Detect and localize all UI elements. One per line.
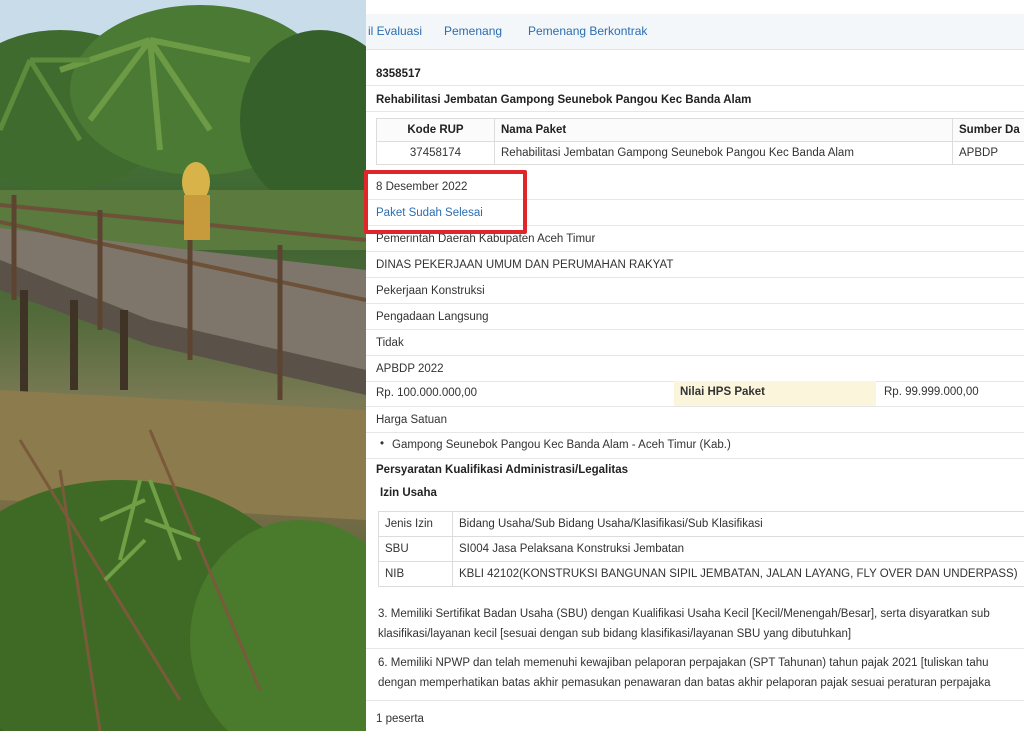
- izin-detail-cell: KBLI 42102(KONSTRUKSI BANGUNAN SIPIL JEM…: [452, 561, 1024, 587]
- izin-usaha-row: Izin Usaha: [366, 483, 1024, 505]
- bullet-icon: •: [380, 438, 385, 450]
- package-name: Rehabilitasi Jembatan Gampong Seunebok P…: [376, 94, 752, 106]
- pagu-value: Rp. 100.000.000,00: [376, 387, 478, 399]
- package-code: 8358517: [376, 68, 421, 80]
- izin-type-cell: NIB: [378, 561, 453, 587]
- pagu-hps-row: Rp. 100.000.000,00 Nilai HPS Paket Rp. 9…: [366, 381, 1024, 407]
- flag-row: Tidak: [366, 330, 1024, 356]
- jenis-kontrak-value: Harga Satuan: [376, 414, 447, 426]
- tab-pemenang-berkontrak[interactable]: Pemenang Berkontrak: [528, 24, 647, 38]
- requirement-3-line-1: 3. Memiliki Sertifikat Badan Usaha (SBU)…: [378, 608, 990, 620]
- divider: [366, 648, 1024, 649]
- izin-table: Jenis Izin Bidang Usaha/Sub Bidang Usaha…: [378, 511, 1024, 587]
- rup-table-header: Kode RUP Nama Paket Sumber Da: [376, 118, 1024, 142]
- instansi-value: Pemerintah Daerah Kabupaten Aceh Timur: [376, 233, 596, 245]
- izin-table-header: Jenis Izin Bidang Usaha/Sub Bidang Usaha…: [378, 511, 1024, 537]
- header-jenis-izin: Jenis Izin: [378, 511, 453, 537]
- package-detail-panel: il Evaluasi Pemenang Pemenang Berkontrak…: [366, 0, 1024, 731]
- tahun-anggaran-value: APBDP 2022: [376, 363, 444, 375]
- tab-pemenang[interactable]: Pemenang: [444, 24, 502, 38]
- requirement-6-line-1: 6. Memiliki NPWP dan telah memenuhi kewa…: [378, 657, 989, 669]
- hps-label: Nilai HPS Paket: [674, 381, 876, 406]
- peserta-count: 1 peserta: [376, 713, 424, 725]
- bridge-photo-illustration: [0, 0, 366, 731]
- rup-name-cell: Rehabilitasi Jembatan Gampong Seunebok P…: [494, 141, 953, 165]
- lokasi-value: Gampong Seunebok Pangou Kec Banda Alam -…: [392, 439, 731, 451]
- table-row: SBU SI004 Jasa Pelaksana Konstruksi Jemb…: [378, 536, 1024, 562]
- kategori-row: Pekerjaan Konstruksi: [366, 278, 1024, 304]
- izin-detail-cell: SI004 Jasa Pelaksana Konstruksi Jembatan: [452, 536, 1024, 562]
- package-code-row: 8358517: [366, 62, 1024, 86]
- kategori-value: Pekerjaan Konstruksi: [376, 285, 485, 297]
- bridge-photo: [0, 0, 366, 731]
- requirement-3: 3. Memiliki Sertifikat Badan Usaha (SBU)…: [378, 604, 1024, 644]
- satker-row: DINAS PEKERJAAN UMUM DAN PERUMAHAN RAKYA…: [366, 252, 1024, 278]
- highlight-box: [364, 170, 527, 234]
- header-nama-paket: Nama Paket: [494, 118, 953, 142]
- hps-value: Rp. 99.999.000,00: [884, 386, 979, 398]
- kualifikasi-title-row: Persyaratan Kualifikasi Administrasi/Leg…: [366, 459, 1024, 483]
- kualifikasi-title: Persyaratan Kualifikasi Administrasi/Leg…: [376, 464, 629, 476]
- peserta-row: 1 peserta: [366, 708, 1024, 730]
- rup-table: Kode RUP Nama Paket Sumber Da 37458174 R…: [376, 118, 1024, 165]
- table-row: NIB KBLI 42102(KONSTRUKSI BANGUNAN SIPIL…: [378, 561, 1024, 587]
- izin-usaha-label: Izin Usaha: [380, 487, 437, 499]
- rup-code-cell: 37458174: [376, 141, 495, 165]
- izin-type-cell: SBU: [378, 536, 453, 562]
- header-bidang-usaha: Bidang Usaha/Sub Bidang Usaha/Klasifikas…: [452, 511, 1024, 537]
- metode-value: Pengadaan Langsung: [376, 311, 489, 323]
- flag-value: Tidak: [376, 337, 404, 349]
- requirement-6-line-2: dengan memperhatikan batas akhir pemasuk…: [378, 677, 991, 689]
- header-sumber-dana: Sumber Da: [952, 118, 1024, 142]
- requirement-6: 6. Memiliki NPWP dan telah memenuhi kewa…: [378, 653, 1024, 693]
- table-row: 37458174 Rehabilitasi Jembatan Gampong S…: [376, 141, 1024, 165]
- divider: [366, 700, 1024, 701]
- tab-bar: il Evaluasi Pemenang Pemenang Berkontrak: [366, 14, 1024, 50]
- requirement-3-line-2: klasifikasi/layanan kecil [sesuai dengan…: [378, 628, 852, 640]
- tahun-anggaran-row: APBDP 2022: [366, 356, 1024, 382]
- jenis-kontrak-row: Harga Satuan: [366, 407, 1024, 433]
- package-name-row: Rehabilitasi Jembatan Gampong Seunebok P…: [366, 88, 1024, 112]
- metode-row: Pengadaan Langsung: [366, 304, 1024, 330]
- satker-value: DINAS PEKERJAAN UMUM DAN PERUMAHAN RAKYA…: [376, 259, 674, 271]
- header-kode-rup: Kode RUP: [376, 118, 495, 142]
- rup-source-cell: APBDP: [952, 141, 1024, 165]
- tab-hasil-evaluasi[interactable]: il Evaluasi: [368, 24, 422, 38]
- lokasi-row: • Gampong Seunebok Pangou Kec Banda Alam…: [366, 433, 1024, 459]
